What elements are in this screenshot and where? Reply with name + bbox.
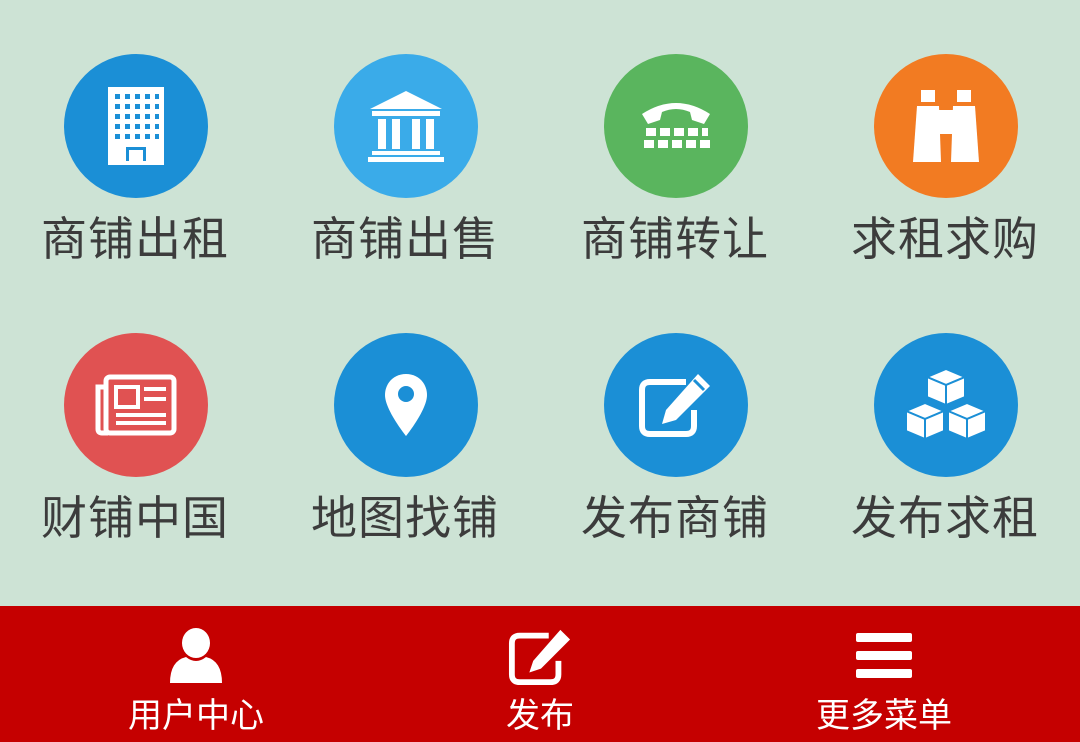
menu-item-shop-transfer[interactable]: 商铺转让 bbox=[540, 54, 810, 304]
map-marker-icon bbox=[334, 333, 478, 477]
menu-item-label: 地图找铺 bbox=[311, 491, 499, 545]
menu-item-label: 商铺出租 bbox=[41, 212, 229, 266]
edit-icon bbox=[508, 624, 572, 688]
menu-icon bbox=[852, 624, 916, 688]
edit-icon bbox=[604, 333, 748, 477]
nav-label: 发布 bbox=[506, 696, 574, 736]
user-icon bbox=[164, 624, 228, 688]
binoculars-icon bbox=[874, 54, 1018, 198]
menu-item-finance-china[interactable]: 财铺中国 bbox=[0, 333, 270, 583]
menu-item-label: 财铺中国 bbox=[41, 491, 229, 545]
bank-icon bbox=[334, 54, 478, 198]
menu-item-label: 商铺出售 bbox=[311, 212, 499, 266]
menu-item-label: 发布求租 bbox=[851, 491, 1039, 545]
newspaper-icon bbox=[64, 333, 208, 477]
menu-item-shop-sale[interactable]: 商铺出售 bbox=[270, 54, 540, 304]
menu-grid: 商铺出租 商铺出售 商铺转让 求租求购 财铺中国 地图找铺 发布商铺 发布求租 bbox=[0, 0, 1080, 606]
nav-user-center[interactable]: 用户中心 bbox=[16, 606, 376, 742]
menu-item-map-search[interactable]: 地图找铺 bbox=[270, 333, 540, 583]
menu-item-label: 商铺转让 bbox=[581, 212, 769, 266]
building-icon bbox=[64, 54, 208, 198]
cubes-icon bbox=[874, 333, 1018, 477]
nav-label: 更多菜单 bbox=[816, 696, 952, 736]
nav-more-menu[interactable]: 更多菜单 bbox=[704, 606, 1064, 742]
menu-item-label: 发布商铺 bbox=[581, 491, 769, 545]
menu-item-post-shop[interactable]: 发布商铺 bbox=[540, 333, 810, 583]
bottom-nav-bar: 用户中心 发布 更多菜单 bbox=[0, 606, 1080, 742]
menu-item-post-wanted[interactable]: 发布求租 bbox=[810, 333, 1080, 583]
menu-item-shop-rent[interactable]: 商铺出租 bbox=[0, 54, 270, 304]
phone-icon bbox=[604, 54, 748, 198]
nav-publish[interactable]: 发布 bbox=[360, 606, 720, 742]
menu-item-wanted[interactable]: 求租求购 bbox=[810, 54, 1080, 304]
menu-item-label: 求租求购 bbox=[851, 212, 1039, 266]
nav-label: 用户中心 bbox=[128, 696, 264, 736]
